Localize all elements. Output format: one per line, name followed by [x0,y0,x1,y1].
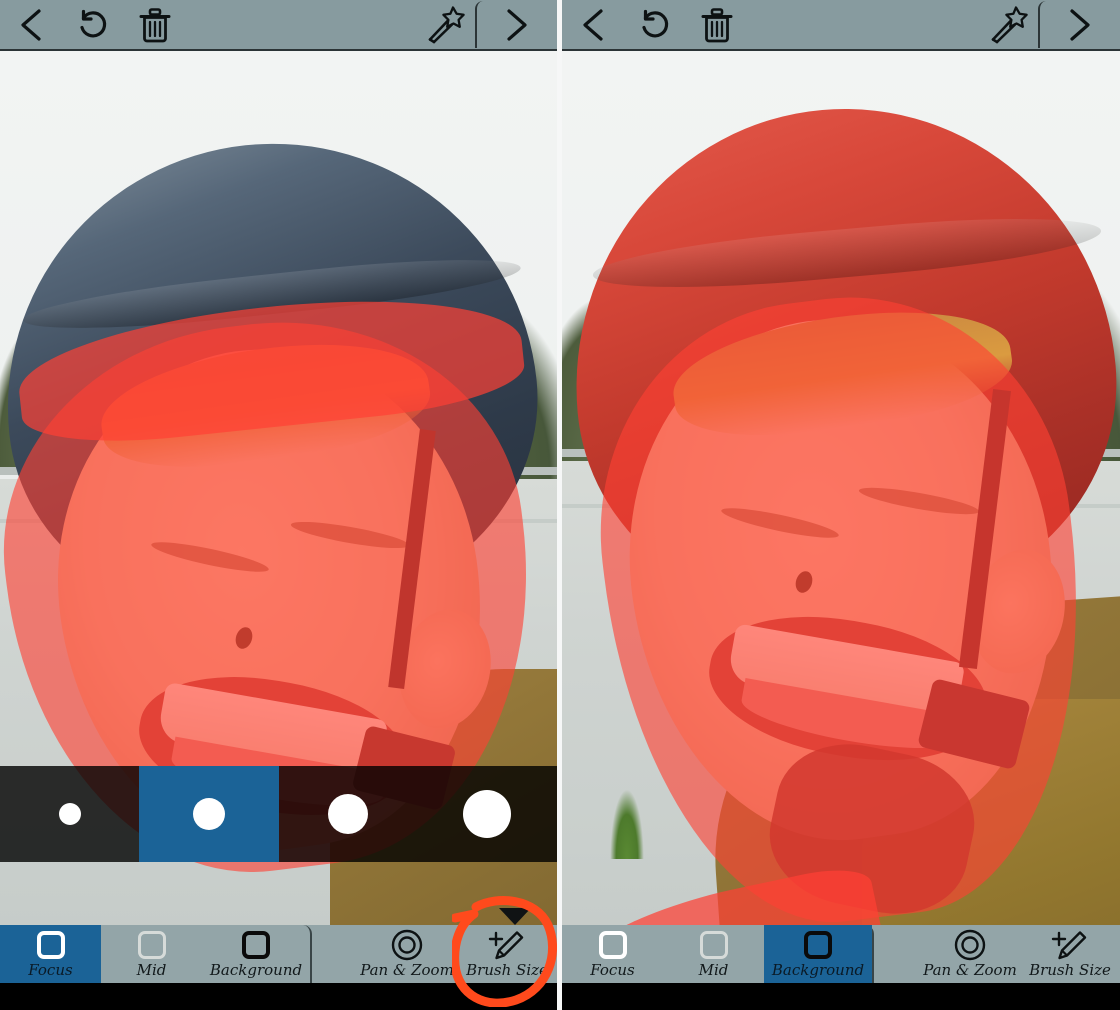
app-screen: Focus Mid Background Pan & Zoom Brush Si… [0,0,1120,1010]
layer-button-background[interactable]: Background [202,925,310,983]
photo-right [562,49,1120,1010]
layer-button-focus[interactable]: Focus [0,925,101,983]
rounded-square-black-icon [804,930,832,960]
brush-popup-pointer-icon [499,908,531,925]
tool-selector-right: Pan & Zoom Brush Size [920,925,1120,983]
pan-zoom-button[interactable]: Pan & Zoom [357,925,457,983]
bottom-toolbar-right: Focus Mid Background Pan & Zoom Brush Si… [562,925,1120,983]
rounded-square-white-icon [36,930,65,960]
trash-icon [701,7,733,42]
rounded-square-black-icon [242,930,270,960]
bottom-black-strip [0,983,557,1010]
undo-arrow-icon [80,9,107,37]
layer-label-mid: Mid [698,960,729,979]
next-button[interactable] [475,1,557,48]
chevron-left-icon [583,8,603,41]
layer-selector-right: Focus Mid Background [562,925,874,983]
layer-button-background[interactable]: Background [764,925,872,983]
brush-dot-large [328,794,369,834]
brush-size-option-large[interactable] [278,766,418,862]
chevron-right-icon [1070,8,1090,41]
rounded-square-white-icon [598,930,627,960]
grass-tuft [610,789,644,859]
panel-divider [557,0,562,1010]
layer-label-background: Background [209,960,303,979]
editor-panel-right: Focus Mid Background Pan & Zoom Brush Si… [562,0,1120,1010]
brush-dot-small [58,803,81,825]
trash-icon [139,7,171,42]
tool-label-brush-size: Brush Size [466,960,548,979]
layer-label-background: Background [771,960,865,979]
photo-canvas-right[interactable] [562,49,1120,1010]
layer-selector-left: Focus Mid Background [0,925,312,983]
layer-button-mid[interactable]: Mid [663,925,764,983]
magic-wand-icon [991,5,1028,43]
photo-canvas-left[interactable] [0,49,557,1010]
chevron-right-icon [507,8,527,41]
brush-dot-extra-large [463,790,512,838]
layer-label-mid: Mid [136,960,167,979]
photo-left [0,49,557,1010]
tool-selector-left: Pan & Zoom Brush Size [357,925,557,983]
bottom-black-strip [562,983,1120,1010]
brush-size-popup[interactable] [0,766,557,862]
tool-label-brush-size: Brush Size [1029,960,1111,979]
next-button[interactable] [1038,1,1120,48]
chevron-left-icon [21,8,41,41]
target-circle-icon [391,929,423,960]
layer-label-focus: Focus [28,960,73,979]
magic-wand-icon [428,5,465,43]
brush-size-option-small[interactable] [0,766,140,862]
tool-label-pan-zoom: Pan & Zoom [360,960,454,979]
layer-button-mid[interactable]: Mid [101,925,202,983]
brush-dot-medium [192,798,225,830]
brush-size-button[interactable]: Brush Size [1020,925,1120,983]
pencil-plus-icon [1051,930,1089,960]
tool-label-pan-zoom: Pan & Zoom [923,960,1017,979]
magic-wand-button[interactable] [413,1,475,48]
undo-button[interactable] [62,1,124,48]
layer-label-focus: Focus [590,960,635,979]
brush-size-button[interactable]: Brush Size [457,925,557,983]
top-toolbar-right [562,0,1120,51]
delete-button[interactable] [686,1,748,48]
delete-button[interactable] [124,1,186,48]
brush-size-option-extra-large[interactable] [417,766,557,862]
rounded-square-light-icon [699,930,728,960]
undo-arrow-icon [642,9,669,37]
brush-size-option-medium[interactable] [139,766,279,862]
editor-panel-left: Focus Mid Background Pan & Zoom Brush Si… [0,0,557,1010]
target-circle-icon [954,929,986,960]
top-toolbar-left-group [562,1,748,48]
pan-zoom-button[interactable]: Pan & Zoom [920,925,1020,983]
layer-button-focus[interactable]: Focus [562,925,663,983]
rounded-square-light-icon [137,930,166,960]
back-button[interactable] [0,1,62,48]
bottom-toolbar-left: Focus Mid Background Pan & Zoom Brush Si… [0,925,557,983]
undo-button[interactable] [624,1,686,48]
top-toolbar-left-group [0,1,186,48]
top-toolbar-left [0,0,557,51]
magic-wand-button[interactable] [976,1,1038,48]
back-button[interactable] [562,1,624,48]
pencil-plus-icon [488,930,526,960]
